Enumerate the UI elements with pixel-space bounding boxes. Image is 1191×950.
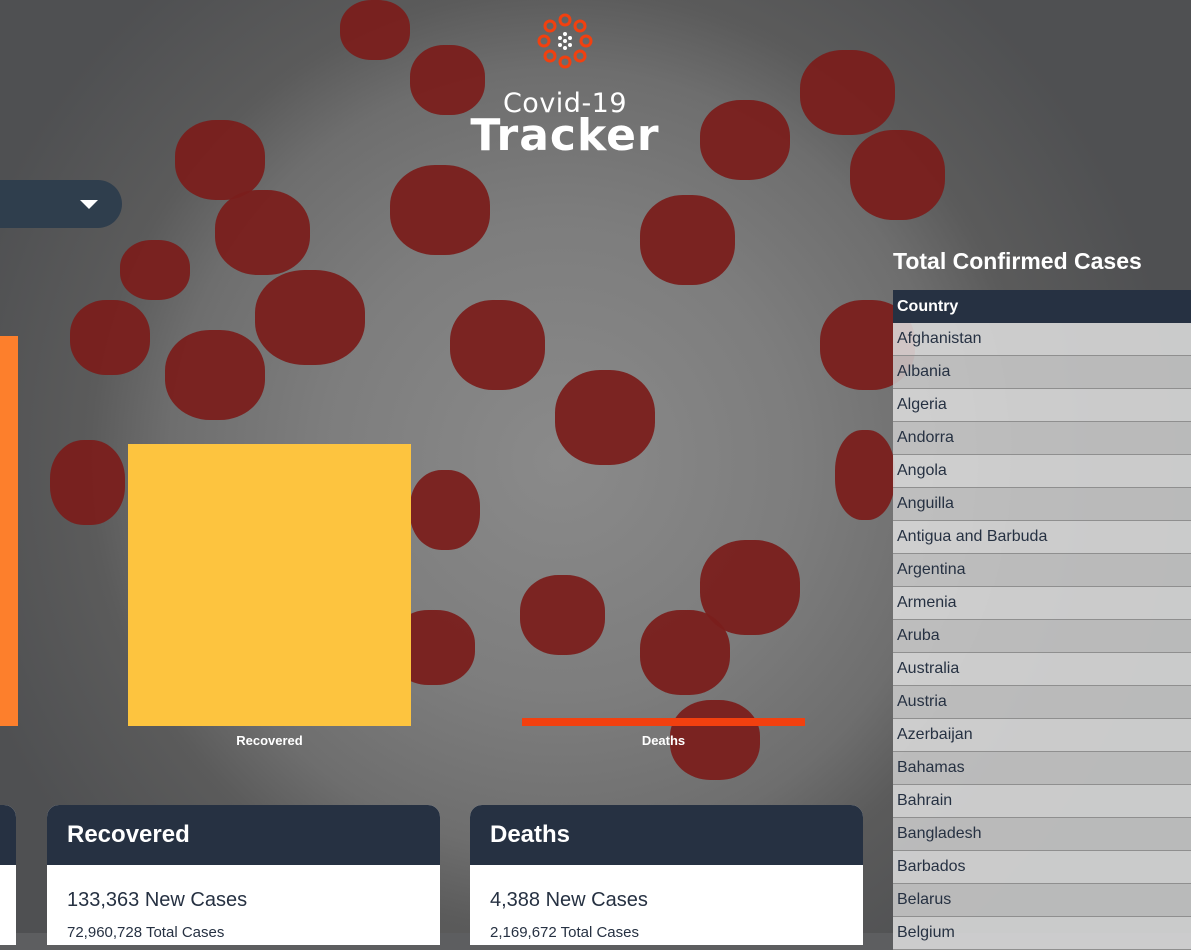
table-row[interactable]: Andorra bbox=[893, 422, 1191, 455]
table-row[interactable]: Azerbaijan bbox=[893, 719, 1191, 752]
cases-card bbox=[0, 805, 16, 945]
chart-label-recovered: Recovered bbox=[236, 733, 303, 748]
confirmed-cases-table: Country Afghanistan Albania Algeria Andorra… bbox=[893, 290, 1191, 950]
table-row[interactable]: Bangladesh bbox=[893, 818, 1191, 851]
table-row[interactable]: Bahrain bbox=[893, 785, 1191, 818]
recovered-card: Recovered 133,363 New Cases 72,960,728 T… bbox=[47, 805, 440, 945]
table-row[interactable]: Armenia bbox=[893, 587, 1191, 620]
table-row[interactable]: Antigua and Barbuda bbox=[893, 521, 1191, 554]
table-row[interactable]: Aruba bbox=[893, 620, 1191, 653]
deaths-card-title: Deaths bbox=[470, 805, 863, 865]
table-row[interactable]: Belarus bbox=[893, 884, 1191, 917]
table-body: Afghanistan Albania Algeria Andorra Angola An… bbox=[893, 323, 1191, 950]
logo-title: Tracker bbox=[470, 110, 660, 161]
deaths-card: Deaths 4,388 New Cases 2,169,672 Total C… bbox=[470, 805, 863, 945]
table-title: Total Confirmed Cases bbox=[893, 248, 1142, 274]
app-logo: Covid-19 Tracker bbox=[470, 12, 660, 161]
table-row[interactable]: Anguilla bbox=[893, 488, 1191, 521]
virus-logo-icon bbox=[537, 13, 593, 69]
table-row[interactable]: Angola bbox=[893, 455, 1191, 488]
deaths-new-cases: 4,388 New Cases bbox=[490, 889, 648, 911]
recovered-card-title: Recovered bbox=[47, 805, 440, 865]
table-row[interactable]: Algeria bbox=[893, 389, 1191, 422]
chart-bar-recovered bbox=[128, 444, 411, 726]
table-row[interactable]: Argentina bbox=[893, 554, 1191, 587]
table-row[interactable]: Barbados bbox=[893, 851, 1191, 884]
recovered-new-cases: 133,363 New Cases bbox=[67, 889, 248, 911]
table-row[interactable]: Afghanistan bbox=[893, 323, 1191, 356]
country-select[interactable] bbox=[0, 180, 122, 228]
chart-label-deaths: Deaths bbox=[641, 733, 686, 748]
table-row[interactable]: Australia bbox=[893, 653, 1191, 686]
chevron-down-icon bbox=[80, 200, 98, 209]
table-row[interactable]: Bahamas bbox=[893, 752, 1191, 785]
table-header-country[interactable]: Country bbox=[893, 290, 1191, 323]
table-row[interactable]: Albania bbox=[893, 356, 1191, 389]
chart-bar-deaths bbox=[522, 718, 805, 726]
chart-bar-cases bbox=[0, 336, 18, 726]
table-row[interactable]: Belgium bbox=[893, 917, 1191, 950]
table-row[interactable]: Austria bbox=[893, 686, 1191, 719]
